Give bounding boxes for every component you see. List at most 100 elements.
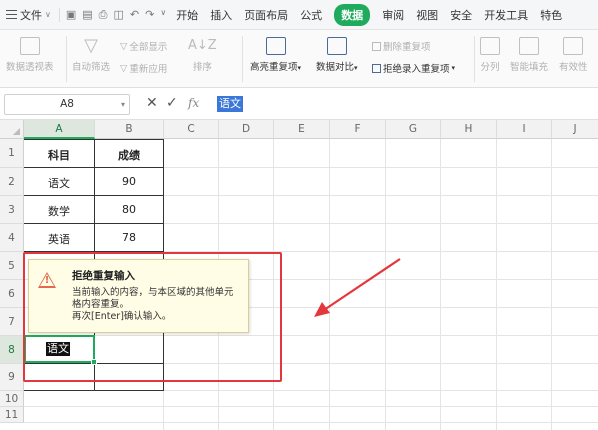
text-to-columns-button[interactable]: 分列 bbox=[480, 37, 500, 73]
save-icon[interactable]: ▣ bbox=[66, 8, 76, 22]
gridline bbox=[440, 139, 441, 430]
data-validation-label: 有效性 bbox=[559, 62, 588, 73]
ribbon-tabs: 开始 插入 页面布局 公式 数据 审阅 视图 安全 开发工具 特色 bbox=[176, 3, 562, 26]
text-to-columns-icon bbox=[480, 37, 500, 55]
reapply-button[interactable]: ▽ 重新应用 bbox=[120, 61, 167, 76]
data-compare-label: 数据对比 bbox=[316, 62, 355, 73]
highlight-duplicates-button[interactable]: 高亮重复项▾ bbox=[250, 37, 301, 73]
sort-label: 排序 bbox=[192, 62, 212, 73]
quick-access-toolbar: ▣ ▤ ⎙ ◫ ↶ ↷ ∨ bbox=[58, 7, 166, 22]
insert-function-icon[interactable]: fx bbox=[188, 96, 199, 110]
gridline bbox=[24, 406, 598, 407]
redo-icon[interactable]: ↷ bbox=[145, 8, 154, 22]
autofilter-button[interactable]: ▽ 自动筛选 bbox=[72, 35, 111, 74]
formula-bar: A8 ▾ ✕ ✓ fx 语文 bbox=[0, 88, 598, 120]
menu-bar: 文件 ∨ ▣ ▤ ⎙ ◫ ↶ ↷ ∨ 开始 插入 页面布局 公式 数据 审阅 视… bbox=[0, 0, 598, 30]
column-header-f[interactable]: F bbox=[330, 120, 386, 139]
sort-button[interactable]: A↓Z 排序 bbox=[188, 37, 217, 73]
column-header-h[interactable]: H bbox=[441, 120, 497, 139]
name-box[interactable]: A8 ▾ bbox=[4, 94, 130, 115]
undo-icon[interactable]: ↶ bbox=[130, 8, 139, 22]
column-header-a[interactable]: A bbox=[24, 120, 95, 139]
tab-data[interactable]: 数据 bbox=[334, 3, 371, 26]
cell-b4[interactable]: 78 bbox=[95, 231, 163, 244]
chevron-down-icon[interactable]: ∨ bbox=[160, 8, 166, 22]
formula-input[interactable]: 语文 bbox=[217, 96, 243, 112]
chevron-down-icon: ▾ bbox=[451, 64, 456, 72]
open-icon[interactable]: ▤ bbox=[82, 8, 92, 22]
row-header-6[interactable]: 6 bbox=[0, 280, 24, 308]
row-header-11[interactable]: 11 bbox=[0, 407, 24, 423]
tab-security[interactable]: 安全 bbox=[450, 4, 472, 26]
print-icon[interactable]: ⎙ bbox=[99, 8, 108, 22]
column-header-b[interactable]: B bbox=[95, 120, 164, 139]
name-box-value: A8 bbox=[60, 98, 74, 110]
autofilter-label: 自动筛选 bbox=[72, 62, 111, 73]
show-all-icon: ▽ bbox=[120, 40, 128, 52]
sort-icon: A↓Z bbox=[188, 38, 217, 53]
column-header-g[interactable]: G bbox=[386, 120, 441, 139]
reapply-icon: ▽ bbox=[120, 62, 128, 74]
file-menu[interactable]: 文件 ∨ bbox=[0, 7, 51, 23]
gridline bbox=[24, 422, 598, 423]
tab-view[interactable]: 视图 bbox=[416, 4, 438, 26]
pivot-table-icon bbox=[19, 37, 40, 55]
cancel-icon[interactable]: ✕ bbox=[146, 96, 158, 110]
remove-duplicates-label: 删除重复项 bbox=[383, 42, 431, 53]
column-header-j[interactable]: J bbox=[552, 120, 598, 139]
select-all-corner[interactable] bbox=[0, 120, 24, 139]
column-header-e[interactable]: E bbox=[274, 120, 330, 139]
tab-home[interactable]: 开始 bbox=[176, 4, 198, 26]
highlight-duplicates-icon bbox=[265, 37, 286, 55]
row-header-1[interactable]: 1 bbox=[0, 139, 24, 168]
remove-duplicates-icon bbox=[372, 41, 381, 51]
tab-special[interactable]: 特色 bbox=[540, 4, 562, 26]
gridline bbox=[385, 139, 386, 430]
row-header-3[interactable]: 3 bbox=[0, 196, 24, 224]
ribbon-data: 数据透视表 ▽ 自动筛选 ▽ 全部显示 ▽ 重新应用 A↓Z 排序 高亮重复项▾… bbox=[0, 30, 598, 88]
cell-b2[interactable]: 90 bbox=[95, 175, 163, 188]
data-validation-button[interactable]: 有效性 bbox=[559, 37, 588, 73]
highlight-duplicates-label: 高亮重复项 bbox=[250, 62, 298, 73]
row-header-2[interactable]: 2 bbox=[0, 168, 24, 196]
column-header-c[interactable]: C bbox=[164, 120, 219, 139]
tab-developer[interactable]: 开发工具 bbox=[484, 4, 528, 26]
cell-a4[interactable]: 英语 bbox=[24, 231, 94, 247]
print-preview-icon[interactable]: ◫ bbox=[113, 8, 123, 22]
row-header-4[interactable]: 4 bbox=[0, 224, 24, 252]
ribbon-separator bbox=[242, 36, 243, 82]
chevron-down-icon: ∨ bbox=[45, 10, 51, 19]
tab-formulas[interactable]: 公式 bbox=[300, 4, 322, 26]
pivot-table-button[interactable]: 数据透视表 bbox=[6, 37, 54, 73]
remove-duplicates-button[interactable]: 删除重复项 bbox=[372, 39, 431, 53]
cell-b3[interactable]: 80 bbox=[95, 203, 163, 216]
chevron-down-icon: ▾ bbox=[354, 64, 358, 72]
chevron-down-icon: ▾ bbox=[297, 64, 302, 72]
row-header-8[interactable]: 8 bbox=[0, 336, 24, 364]
cell-a2[interactable]: 语文 bbox=[24, 175, 94, 191]
data-compare-button[interactable]: 数据对比▾ bbox=[316, 37, 358, 73]
reject-duplicates-button[interactable]: 拒绝录入重复项 ▾ bbox=[372, 61, 455, 75]
column-header-d[interactable]: D bbox=[219, 120, 274, 139]
smart-fill-button[interactable]: 智能填充 bbox=[510, 37, 548, 73]
tab-page-layout[interactable]: 页面布局 bbox=[244, 4, 288, 26]
gridline bbox=[329, 139, 330, 430]
filter-icon: ▽ bbox=[84, 35, 98, 56]
show-all-button[interactable]: ▽ 全部显示 bbox=[120, 39, 167, 54]
tab-review[interactable]: 审阅 bbox=[382, 4, 404, 26]
data-compare-icon bbox=[326, 37, 347, 55]
row-header-9[interactable]: 9 bbox=[0, 364, 24, 391]
ribbon-separator bbox=[474, 36, 475, 82]
cell-b1[interactable]: 成绩 bbox=[95, 147, 163, 163]
confirm-icon[interactable]: ✓ bbox=[166, 96, 178, 110]
gridline bbox=[551, 139, 552, 430]
tab-insert[interactable]: 插入 bbox=[210, 4, 232, 26]
column-header-i[interactable]: I bbox=[497, 120, 552, 139]
cell-a1[interactable]: 科目 bbox=[24, 147, 94, 163]
row-header-5[interactable]: 5 bbox=[0, 252, 24, 280]
hamburger-icon bbox=[6, 10, 17, 19]
ribbon-separator bbox=[66, 36, 67, 82]
cell-a3[interactable]: 数学 bbox=[24, 203, 94, 219]
row-header-10[interactable]: 10 bbox=[0, 391, 24, 407]
row-header-7[interactable]: 7 bbox=[0, 308, 24, 336]
